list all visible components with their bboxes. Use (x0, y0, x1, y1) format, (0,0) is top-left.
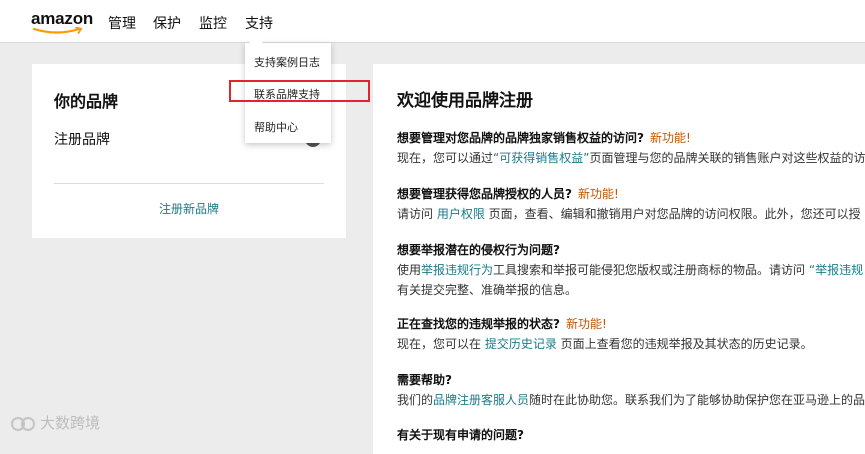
nav-protect[interactable]: 保护 (153, 13, 181, 33)
highlight-annotation-box (229, 80, 370, 102)
section-report-infringement: 想要举报潜在的侵权行为问题? 使用举报违规行为工具搜索和举报可能侵犯您版权或注册… (397, 239, 865, 298)
section-report-status: 正在查找您的违规举报的状态? 新功能! 现在，您可以在 提交历史记录 页面上查看您… (397, 313, 865, 352)
welcome-panel: 欢迎使用品牌注册 想要管理对您品牌的品牌独家销售权益的访问? 新功能! 现在，您可… (373, 64, 865, 454)
new-feature-badge: 新功能! (649, 131, 691, 145)
registered-brand-label: 注册品牌 (54, 132, 110, 148)
new-feature-badge: 新功能! (577, 187, 619, 201)
nav-manage[interactable]: 管理 (108, 13, 136, 33)
answer-text: 随时在此协助您。联系我们为了能够协助保护您在亚马逊上的品 (529, 393, 865, 407)
answer-text: 我们的 (397, 393, 434, 407)
answer-text: 工具搜索和举报可能侵犯您版权或注册商标的物品。请访问 (493, 263, 809, 277)
section-answer: 现在，您可以在 提交历史记录 页面上查看您的违规举报及其状态的历史记录。 (397, 335, 865, 352)
submission-history-link[interactable]: 提交历史记录 (485, 337, 557, 351)
section-answer: 请访问 用户权限 页面，查看、编辑和撤销用户对您品牌的访问权限。此外，您还可以授 (397, 205, 865, 222)
section-need-help: 需要帮助? 我们的品牌注册客服人员随时在此协助您。联系我们为了能够协助保护您在亚… (397, 369, 865, 408)
nav-monitor[interactable]: 监控 (199, 13, 227, 33)
available-sales-rights-link[interactable]: “可获得销售权益” (493, 151, 589, 165)
section-answer-line2: 有关提交完整、准确举报的信息。 (397, 283, 578, 297)
section-question: 正在查找您的违规举报的状态? (397, 317, 560, 331)
watermark-text: 大数跨境 (40, 414, 101, 432)
section-question: 想要管理对您品牌的品牌独家销售权益的访问? (397, 131, 644, 145)
section-question: 想要管理获得您品牌授权的人员? (397, 187, 572, 201)
top-navigation-bar: amazon 管理 保护 监控 支持 (0, 0, 865, 43)
menu-item-case-log[interactable]: 支持案例日志 (254, 54, 320, 70)
divider (54, 183, 324, 184)
nav-support[interactable]: 支持 (245, 13, 273, 33)
section-question: 需要帮助? (397, 373, 452, 387)
report-violation-link[interactable]: 举报违规行为 (421, 263, 493, 277)
section-question: 想要举报潜在的侵权行为问题? (397, 243, 560, 257)
new-feature-badge: 新功能! (565, 317, 607, 331)
answer-text: 页面上查看您的违规举报及其状态的历史记录。 (556, 337, 813, 351)
report-violation-page-link[interactable]: “举报违规 (809, 263, 863, 277)
section-answer: 现在，您可以通过“可获得销售权益”页面管理与您的品牌关联的销售账户对这些权益的访 (397, 149, 865, 166)
amazon-logo[interactable]: amazon (31, 9, 93, 29)
section-answer: 使用举报违规行为工具搜索和举报可能侵犯您版权或注册商标的物品。请访问 “举报违规 (397, 261, 865, 278)
answer-text: 现在，您可以通过 (397, 151, 494, 165)
amazon-smile-icon (33, 27, 83, 34)
user-permissions-link[interactable]: 用户权限 (437, 207, 485, 221)
brand-registry-support-link[interactable]: 品牌注册客服人员 (433, 393, 529, 407)
watermark-logo-icon (11, 416, 35, 431)
welcome-title: 欢迎使用品牌注册 (397, 91, 533, 111)
answer-text: 页面，查看、编辑和撤销用户对您品牌的访问权限。此外，您还可以授 (484, 207, 861, 221)
watermark: 大数跨境 (10, 412, 100, 433)
section-exclusive-rights: 想要管理对您品牌的品牌独家销售权益的访问? 新功能! 现在，您可以通过“可获得销售… (397, 127, 865, 166)
answer-text: 页面管理与您的品牌关联的销售账户对这些权益的访 (589, 151, 865, 165)
answer-text: 现在，您可以在 (397, 337, 485, 351)
section-authorized-users: 想要管理获得您品牌授权的人员? 新功能! 请访问 用户权限 页面，查看、编辑和撤销… (397, 183, 865, 222)
section-existing-application: 有关于现有申请的问题? (397, 424, 865, 443)
answer-text: 使用 (397, 263, 422, 277)
register-new-brand-link[interactable]: 注册新品牌 (32, 200, 346, 217)
section-answer: 我们的品牌注册客服人员随时在此协助您。联系我们为了能够协助保护您在亚马逊上的品 (397, 391, 865, 408)
menu-item-help-center[interactable]: 帮助中心 (254, 119, 298, 135)
dropdown-caret (249, 36, 263, 43)
your-brands-title: 你的品牌 (54, 92, 119, 111)
answer-text: 请访问 (397, 207, 437, 221)
